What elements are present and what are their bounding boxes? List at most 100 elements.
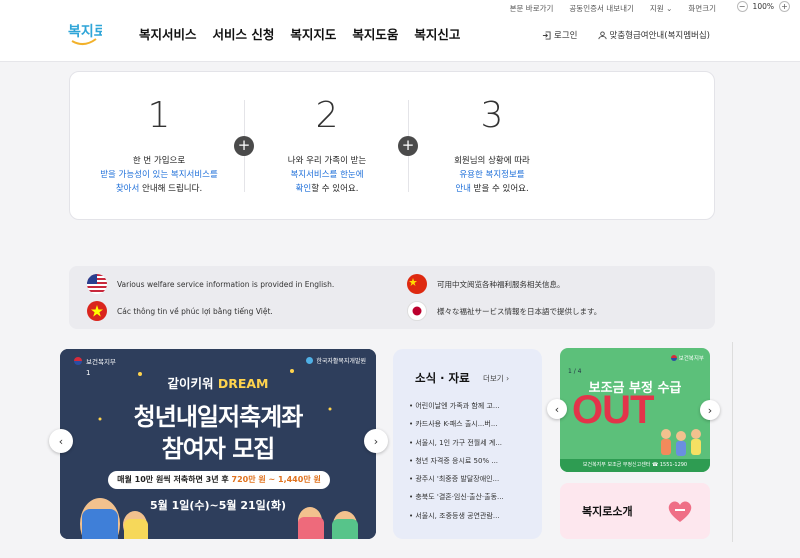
news-item-text: 충북도 '결혼·임신·출산·출동...	[415, 493, 504, 502]
news-item[interactable]: • 광주시 '최중증 발달장애인...	[409, 474, 537, 492]
banner-subtitle: 참여자 모집	[161, 435, 276, 463]
ministry-logo: 보건복지부	[74, 356, 116, 366]
news-item[interactable]: • 충북도 '결혼·임신·출산·출동...	[409, 492, 537, 510]
intro-label: 복지로소개	[582, 505, 633, 518]
lang-chinese-link[interactable]: 可用中文阅览各种福利服务相关信息。	[407, 274, 565, 294]
nav-service-apply[interactable]: 서비스 신청	[213, 24, 275, 43]
step-text: 안내해 드립니다.	[139, 184, 203, 194]
news-list: • 어린이날엔 가족과 함께 고... • 카드사용 K-패스 출시...버..…	[409, 401, 537, 529]
promo-slide-counter: 1 / 4	[568, 368, 582, 375]
korea-emblem-icon	[670, 355, 677, 361]
news-title: 소식 · 자료	[415, 371, 470, 385]
news-item-text: 청년 자격증 응시료 50% ...	[415, 456, 499, 465]
lang-english-link[interactable]: Various welfare service information is p…	[87, 274, 334, 294]
lang-english-text: Various welfare service information is p…	[117, 279, 335, 289]
japan-flag-icon	[407, 301, 427, 321]
nav-welfare-report[interactable]: 복지신고	[414, 24, 460, 43]
svg-text:복지로: 복지로	[68, 24, 102, 40]
banner-prev-button[interactable]: ‹	[49, 429, 73, 453]
banner-benefit-pill: 매월 10만 원씩 저축하면 3년 후 720만 원 ~ 1,440만 원	[108, 471, 330, 489]
nav-welfare-map[interactable]: 복지지도	[290, 24, 336, 43]
promo-footer: 보건복지부 보조금 부정신고센터 ☎ 1551-1290	[560, 459, 710, 472]
news-item-text: 서울시, 1인 가구 전월세 계...	[415, 438, 503, 447]
promo-next-button[interactable]: ›	[700, 400, 720, 420]
step-line: 한 번 가입으로	[132, 156, 186, 166]
promo-ministry: 보건복지부	[670, 354, 704, 362]
ministry-name: 보건복지부	[86, 358, 116, 366]
step-highlight: 받을 가능성이 있는 복지서비스를	[100, 170, 218, 180]
benefit-amount: 720만 원 ~ 1,440만 원	[231, 475, 321, 484]
step-highlight: 유용한 복지정보를	[459, 170, 525, 180]
news-item[interactable]: • 카드사용 K-패스 출시...버...	[409, 419, 537, 437]
institute-icon	[306, 357, 314, 364]
lang-japanese-text: 様々な福祉サービス情報を日本語で提供します。	[437, 306, 602, 316]
news-item[interactable]: • 서울시, 조중등생 공연관람...	[409, 511, 537, 529]
bokjiro-intro-card[interactable]: 복지로소개	[560, 483, 710, 539]
site-header: 복지로 본문 바로가기 공동인증서 내보내기 지원 ⌄ 화면크기 − 100% …	[0, 0, 800, 62]
step-highlight: 확인	[295, 184, 312, 194]
promo-banner[interactable]: 보건복지부 1 / 4 보조금 부정 수급 OUT 보건복지부 보조금 부정신고…	[560, 348, 710, 472]
banner-date: 5월 1일(수)~5월 21일(화)	[150, 499, 286, 512]
membership-link[interactable]: 맞춤형급여안내(복지멤버십)	[597, 29, 710, 41]
news-item-text: 광주시 '최중증 발달장애인...	[415, 475, 500, 484]
zoom-control: − 100% +	[736, 1, 790, 12]
user-icon	[597, 30, 607, 39]
step-line: 확인할 수 있어요.	[242, 182, 412, 196]
promo-out-text: OUT	[572, 388, 654, 432]
skip-to-content-link[interactable]: 본문 바로가기	[510, 3, 554, 14]
banner-next-button[interactable]: ›	[364, 429, 388, 453]
step-number: 1	[147, 95, 171, 136]
step-3: 3 회원님의 상황에 따라 유용한 복지정보를 안내 받을 수 있어요.	[407, 98, 577, 196]
step-line: 안내 받을 수 있어요.	[407, 182, 577, 196]
zoom-level: 100%	[752, 2, 774, 11]
export-certificate-link[interactable]: 공동인증서 내보내기	[569, 3, 633, 14]
bokjiro-logo[interactable]: 복지로	[66, 18, 102, 48]
promo-people-illustration	[661, 429, 701, 456]
language-links: Various welfare service information is p…	[69, 266, 715, 329]
banner-title: 청년내일저축계좌	[133, 403, 304, 431]
zoom-in-button[interactable]: +	[779, 1, 790, 12]
main-nav: 복지서비스 서비스 신청 복지지도 복지도움 복지신고	[139, 24, 460, 43]
news-item-text: 카드사용 K-패스 출시...버...	[415, 420, 498, 429]
banner-tagline: 같이키워 DREAM	[60, 373, 376, 392]
institute-logo: 한국자활복지개발원	[306, 356, 366, 365]
zoom-out-button[interactable]: −	[736, 1, 748, 12]
news-item[interactable]: • 청년 자격증 응시료 50% ...	[409, 456, 537, 474]
news-item[interactable]: • 서울시, 1인 가구 전월세 계...	[409, 438, 537, 456]
korea-emblem-icon	[74, 357, 82, 365]
nav-welfare-help[interactable]: 복지도움	[352, 24, 398, 43]
step-text: 받을 수 있어요.	[470, 184, 529, 194]
news-panel: 소식 · 자료 더보기 › • 어린이날엔 가족과 함께 고... • 카드사용…	[393, 349, 542, 539]
us-flag-icon	[87, 274, 107, 294]
step-highlight: 안내	[455, 184, 471, 194]
step-text: 할 수 있어요.	[311, 184, 359, 194]
news-more-link[interactable]: 더보기 ›	[483, 373, 509, 384]
news-item[interactable]: • 어린이날엔 가족과 함께 고...	[409, 401, 537, 419]
benefit-text: 매월 10만 원씩 저축하면 3년 후	[117, 475, 232, 484]
login-label: 로그인	[554, 31, 578, 41]
support-menu[interactable]: 지원 ⌄	[650, 3, 673, 14]
news-item-text: 서울시, 조중등생 공연관람...	[415, 511, 500, 520]
step-line: 나와 우리 가족이 받는	[287, 156, 367, 166]
nav-welfare-service[interactable]: 복지서비스	[139, 24, 197, 43]
step-1: 1 한 번 가입으로 받을 가능성이 있는 복지서비스를 찾아서 안내해 드립니…	[74, 98, 244, 196]
scroll-edge	[732, 342, 733, 542]
promo-prev-button[interactable]: ‹	[547, 399, 567, 419]
login-link[interactable]: 로그인	[542, 29, 578, 41]
main-banner[interactable]: 보건복지부 한국자활복지개발원 1 같이키워 DREAM 청년내일저축계좌 참여…	[60, 349, 376, 539]
step-description: 회원님의 상황에 따라 유용한 복지정보를 안내 받을 수 있어요.	[407, 154, 577, 196]
step-2: 2 나와 우리 가족이 받는 복지서비스를 한눈에 확인할 수 있어요.	[242, 98, 412, 196]
lang-vietnamese-link[interactable]: Các thông tin về phúc lợi bằng tiếng Việ…	[87, 301, 273, 321]
membership-steps-card: 1 한 번 가입으로 받을 가능성이 있는 복지서비스를 찾아서 안내해 드립니…	[69, 71, 715, 220]
step-number: 2	[315, 95, 339, 136]
china-flag-icon	[407, 274, 427, 294]
lang-vietnamese-text: Các thông tin về phúc lợi bằng tiếng Việ…	[117, 306, 273, 316]
step-description: 한 번 가입으로 받을 가능성이 있는 복지서비스를 찾아서 안내해 드립니다.	[74, 154, 244, 196]
step-highlight: 복지서비스를 한눈에	[290, 170, 364, 180]
login-icon	[542, 30, 551, 40]
heart-icon	[668, 501, 692, 522]
institute-name: 한국자활복지개발원	[316, 358, 366, 365]
lang-japanese-link[interactable]: 様々な福祉サービス情報を日本語で提供します。	[407, 301, 601, 321]
screen-size-label: 화면크기	[688, 4, 716, 13]
lang-chinese-text: 可用中文阅览各种福利服务相关信息。	[437, 279, 565, 289]
